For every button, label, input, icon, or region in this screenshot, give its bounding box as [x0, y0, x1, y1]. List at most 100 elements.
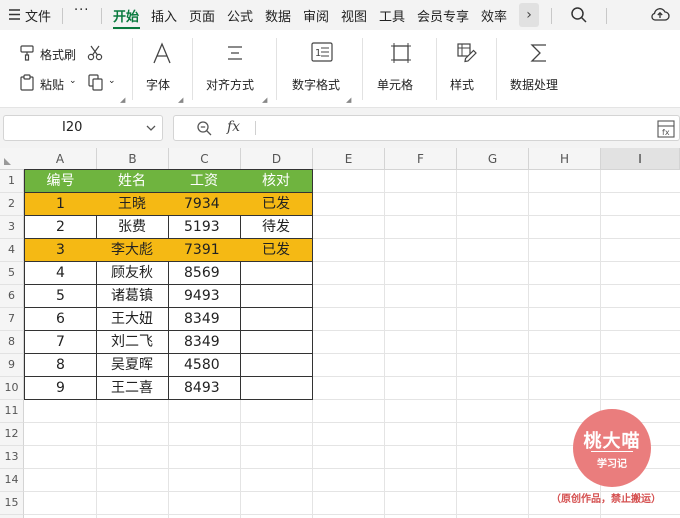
cell-salary[interactable]: 7934	[168, 193, 241, 216]
cell-id[interactable]: 1	[24, 193, 97, 216]
cell-check[interactable]: 已发	[240, 239, 313, 262]
format-painter-icon[interactable]	[19, 44, 36, 61]
cell-salary[interactable]: 5193	[168, 216, 241, 239]
formula-input-area[interactable]: fx fx	[173, 115, 680, 141]
cloud-upload-icon[interactable]	[650, 5, 670, 23]
cell-name[interactable]: 刘二飞	[96, 331, 169, 354]
cell-id[interactable]: 2	[24, 216, 97, 239]
tab-home[interactable]: 开始	[113, 6, 139, 25]
cell-name[interactable]: 王二喜	[96, 377, 169, 400]
column-header-i[interactable]: I	[601, 148, 680, 170]
cell-id[interactable]: 6	[24, 308, 97, 331]
column-header-f[interactable]: F	[385, 148, 457, 170]
cell-id[interactable]: 4	[24, 262, 97, 285]
cell-id[interactable]: 3	[24, 239, 97, 262]
tab-efficiency[interactable]: 效率	[481, 6, 507, 25]
cells-button[interactable]: 单元格	[377, 76, 413, 93]
alignment-button[interactable]: 对齐方式	[206, 76, 254, 93]
cell-salary[interactable]: 8349	[168, 331, 241, 354]
copy-icon[interactable]	[88, 74, 104, 92]
header-cell-id[interactable]: 编号	[24, 169, 97, 193]
tab-member[interactable]: 会员专享	[417, 6, 469, 25]
alignment-expand-icon[interactable]: ◢	[262, 96, 267, 104]
cell-check[interactable]	[240, 354, 313, 377]
row-header[interactable]: 1	[0, 170, 24, 193]
tab-insert[interactable]: 插入	[151, 6, 177, 25]
cell-icon[interactable]	[390, 42, 412, 64]
row-header[interactable]: 2	[0, 193, 24, 216]
paste-dropdown-chevron-icon[interactable]: ⌄	[69, 76, 77, 86]
name-box[interactable]: I20	[3, 115, 163, 141]
row-header[interactable]: 5	[0, 262, 24, 285]
header-cell-salary[interactable]: 工资	[168, 169, 241, 193]
tab-view[interactable]: 视图	[341, 6, 367, 25]
cell-check[interactable]	[240, 377, 313, 400]
chevron-down-icon[interactable]	[145, 122, 157, 134]
font-button[interactable]: 字体	[146, 76, 170, 93]
number-format-icon[interactable]: 1	[311, 42, 333, 62]
cell-check[interactable]	[240, 262, 313, 285]
row-header[interactable]: 4	[0, 239, 24, 262]
tab-data[interactable]: 数据	[265, 6, 291, 25]
cell-id[interactable]: 7	[24, 331, 97, 354]
cell-check[interactable]: 已发	[240, 193, 313, 216]
cell-check[interactable]: 待发	[240, 216, 313, 239]
cell-name[interactable]: 王晓	[96, 193, 169, 216]
column-header-d[interactable]: D	[241, 148, 313, 170]
cell-check[interactable]	[240, 331, 313, 354]
cell-name[interactable]: 吴夏晖	[96, 354, 169, 377]
tab-tools[interactable]: 工具	[379, 6, 405, 25]
row-header[interactable]: 3	[0, 216, 24, 239]
cell-name[interactable]: 顾友秋	[96, 262, 169, 285]
header-cell-name[interactable]: 姓名	[96, 169, 169, 193]
column-header-c[interactable]: C	[169, 148, 241, 170]
row-header[interactable]: 13	[0, 446, 24, 469]
cell-check[interactable]	[240, 308, 313, 331]
font-expand-icon[interactable]: ◢	[178, 96, 183, 104]
row-header[interactable]: 7	[0, 308, 24, 331]
column-header-g[interactable]: G	[457, 148, 529, 170]
more-tabs-button[interactable]: ›	[519, 3, 539, 27]
format-painter-button[interactable]: 格式刷	[40, 46, 76, 63]
sum-icon[interactable]	[529, 42, 549, 64]
row-header[interactable]: 9	[0, 354, 24, 377]
align-icon[interactable]	[226, 44, 244, 62]
row-header[interactable]: 11	[0, 400, 24, 423]
cell-name[interactable]: 张费	[96, 216, 169, 239]
cell-salary[interactable]: 8569	[168, 262, 241, 285]
scissors-icon[interactable]	[86, 44, 104, 62]
number-format-button[interactable]: 数字格式	[292, 76, 340, 93]
zoom-icon[interactable]	[196, 120, 213, 137]
menu-icon[interactable]	[8, 8, 21, 21]
styles-icon[interactable]	[456, 42, 478, 64]
tab-review[interactable]: 审阅	[303, 6, 329, 25]
cell-name[interactable]: 诸葛镇	[96, 285, 169, 308]
tab-page[interactable]: 页面	[189, 6, 215, 25]
row-header[interactable]: 8	[0, 331, 24, 354]
row-header[interactable]: 15	[0, 492, 24, 515]
cell-salary[interactable]: 4580	[168, 354, 241, 377]
cell-id[interactable]: 5	[24, 285, 97, 308]
column-header-b[interactable]: B	[97, 148, 169, 170]
row-header[interactable]: 14	[0, 469, 24, 492]
column-header-a[interactable]: A	[24, 148, 97, 170]
cell-id[interactable]: 9	[24, 377, 97, 400]
column-header-e[interactable]: E	[313, 148, 385, 170]
menu-file[interactable]: 文件	[25, 6, 51, 25]
number-format-expand-icon[interactable]: ◢	[346, 96, 351, 104]
cell-name[interactable]: 王大妞	[96, 308, 169, 331]
header-cell-check[interactable]: 核对	[240, 169, 313, 193]
search-icon[interactable]	[570, 6, 588, 24]
function-icon[interactable]: fx	[227, 119, 240, 135]
more-menu-button[interactable]: ···	[74, 3, 89, 18]
cell-salary[interactable]: 7391	[168, 239, 241, 262]
cell-name[interactable]: 李大彪	[96, 239, 169, 262]
column-header-h[interactable]: H	[529, 148, 601, 170]
cell-id[interactable]: 8	[24, 354, 97, 377]
expand-formula-icon[interactable]: fx	[657, 120, 675, 138]
paste-icon[interactable]	[19, 74, 36, 92]
row-header[interactable]: 6	[0, 285, 24, 308]
row-header[interactable]: 12	[0, 423, 24, 446]
paste-button[interactable]: 粘贴	[40, 76, 64, 93]
clipboard-expand-icon[interactable]: ◢	[120, 96, 125, 104]
